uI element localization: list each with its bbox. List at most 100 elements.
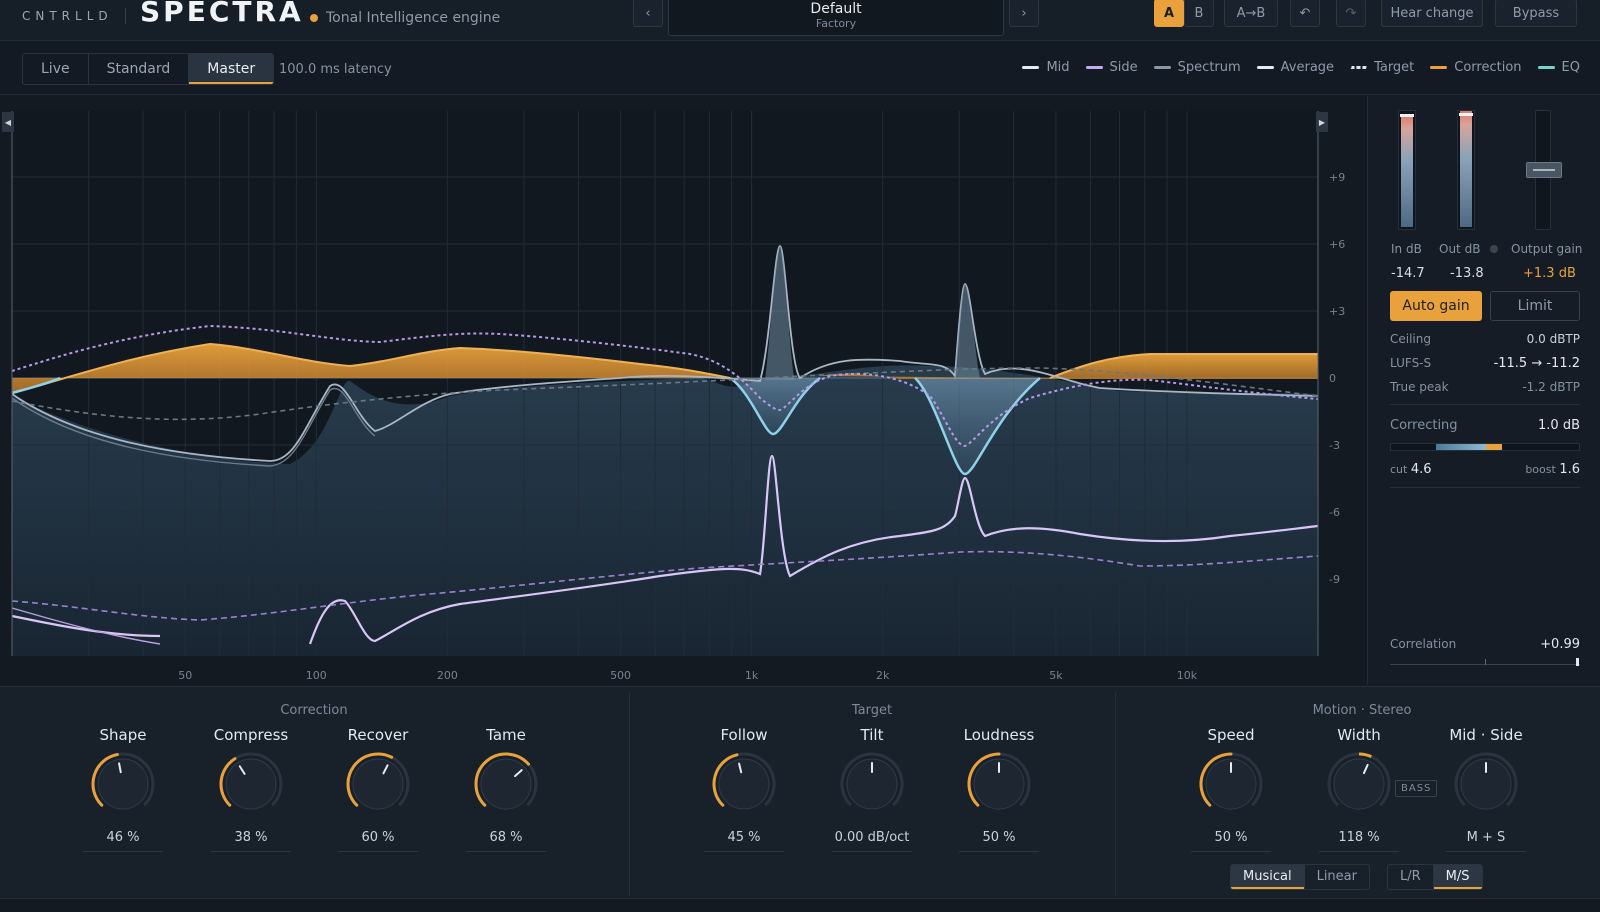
legend-label: EQ: [1561, 60, 1580, 75]
redo-button[interactable]: ↷: [1336, 0, 1366, 27]
output-link-dot-icon[interactable]: [1490, 245, 1498, 253]
input-peak-indicator: [1400, 114, 1414, 117]
legend-swatch-icon: [1022, 66, 1040, 69]
recover-knob-dial[interactable]: [342, 748, 414, 820]
hear-change-button[interactable]: Hear change: [1381, 0, 1483, 27]
range-handle-left-icon[interactable]: ◀: [2, 112, 14, 132]
correcting-label: Correcting: [1390, 418, 1458, 433]
correlation-center-mark: [1485, 659, 1486, 665]
knob-label: Shape: [99, 726, 147, 744]
preset-selector[interactable]: Default Factory: [668, 0, 1004, 36]
boost-label: boost: [1525, 463, 1556, 476]
legend-swatch-icon: [1430, 66, 1448, 69]
legend-side[interactable]: Side: [1085, 60, 1138, 75]
processing-mode-tabs: Live Standard Master: [22, 53, 275, 85]
knob-label: Recover: [347, 726, 409, 744]
ms-mode-button[interactable]: M/S: [1433, 865, 1482, 889]
tab-live[interactable]: Live: [23, 54, 89, 84]
knob-label: Follow: [720, 726, 768, 744]
fader-handle[interactable]: [1526, 162, 1562, 178]
loudness-knob-dial[interactable]: [963, 748, 1035, 820]
ab-b-button[interactable]: B: [1184, 0, 1214, 27]
knob-value[interactable]: 0.00 dB/oct: [832, 830, 912, 852]
knob-recover[interactable]: Recover 60 %: [323, 726, 433, 852]
follow-knob-dial[interactable]: [708, 748, 780, 820]
knob-value[interactable]: 46 %: [83, 830, 163, 852]
bypass-button[interactable]: Bypass: [1495, 0, 1577, 27]
brand-label: CNTRLLD: [22, 9, 113, 23]
auto-gain-button[interactable]: Auto gain: [1390, 291, 1482, 321]
output-gain-fader[interactable]: [1526, 110, 1562, 230]
db-tick-label: 0: [1329, 372, 1336, 385]
header-bar: CNTRLLD SPECTRA Tonal Intelligence engin…: [0, 0, 1600, 41]
lr-mode-button[interactable]: L/R: [1388, 865, 1434, 889]
preset-name: Default: [810, 1, 862, 17]
knob-value[interactable]: 45 %: [704, 830, 784, 852]
legend-spectrum[interactable]: Spectrum: [1153, 60, 1241, 75]
ceiling-value: 0.0 dBTP: [1526, 332, 1580, 346]
tilt-knob-dial[interactable]: [836, 748, 908, 820]
db-axis-labels: +9 +6 +3 0 -3 -6 -9: [1329, 171, 1345, 586]
knob-value[interactable]: 38 %: [211, 830, 291, 852]
ceiling-row[interactable]: Ceiling 0.0 dBTP: [1390, 332, 1580, 346]
knob-value[interactable]: 118 %: [1319, 830, 1399, 852]
legend-average[interactable]: Average: [1256, 60, 1334, 75]
preset-next-button[interactable]: ›: [1009, 0, 1039, 27]
legend-swatch-icon: [1256, 66, 1274, 69]
knob-shape[interactable]: Shape 46 %: [68, 726, 178, 852]
true-peak-row: True peak -1.2 dBTP: [1390, 380, 1580, 394]
ab-copy-button[interactable]: A→B: [1224, 0, 1278, 27]
shape-knob-dial[interactable]: [87, 748, 159, 820]
undo-button[interactable]: ↶: [1290, 0, 1320, 27]
legend-correction[interactable]: Correction: [1430, 60, 1522, 75]
product-title: SPECTRA: [140, 0, 304, 28]
limit-button[interactable]: Limit: [1490, 291, 1580, 321]
correlation-value: +0.99: [1540, 637, 1580, 652]
knob-tame[interactable]: Tame 68 %: [451, 726, 561, 852]
legend-mid[interactable]: Mid: [1022, 60, 1070, 75]
knob-tilt[interactable]: Tilt 0.00 dB/oct: [817, 726, 927, 852]
speed-knob-dial[interactable]: [1195, 748, 1267, 820]
legend-eq[interactable]: EQ: [1537, 60, 1580, 75]
knob-value[interactable]: 68 %: [466, 830, 546, 852]
lufs-row: LUFS-S -11.5 → -11.2: [1390, 356, 1580, 371]
true-peak-value: -1.2 dBTP: [1522, 380, 1580, 394]
legend-target[interactable]: Target: [1350, 60, 1414, 75]
output-meter-fill: [1460, 111, 1472, 227]
knob-loudness[interactable]: Loudness 50 %: [944, 726, 1054, 852]
bass-width-toggle[interactable]: BASS: [1395, 780, 1438, 797]
compress-knob-dial[interactable]: [215, 748, 287, 820]
knob-value[interactable]: M + S: [1446, 830, 1526, 852]
legend-label: Side: [1109, 60, 1138, 75]
knob-value-arc: [1358, 752, 1372, 759]
width-knob-dial[interactable]: [1323, 748, 1395, 820]
knob-value[interactable]: 50 %: [1191, 830, 1271, 852]
linear-mode-button[interactable]: Linear: [1305, 865, 1369, 889]
undo-icon: ↶: [1299, 5, 1311, 21]
knob-body: [97, 758, 149, 810]
knob-compress[interactable]: Compress 38 %: [196, 726, 306, 852]
knob-value[interactable]: 50 %: [959, 830, 1039, 852]
tame-knob-dial[interactable]: [470, 748, 542, 820]
knob-follow[interactable]: Follow 45 %: [689, 726, 799, 852]
db-tick-label: +3: [1329, 305, 1345, 318]
tab-standard[interactable]: Standard: [89, 54, 190, 84]
tab-master[interactable]: Master: [189, 54, 274, 84]
preset-prev-button[interactable]: ‹: [633, 0, 663, 27]
knob-label: Width: [1337, 726, 1381, 744]
knob-value[interactable]: 60 %: [338, 830, 418, 852]
out-db-label: Out dB: [1439, 242, 1481, 256]
musical-mode-button[interactable]: Musical: [1231, 865, 1305, 889]
lufs-value: -11.5 → -11.2: [1493, 356, 1580, 371]
knob-mid-side[interactable]: Mid · Side M + S: [1431, 726, 1541, 852]
legend-label: Mid: [1046, 60, 1070, 75]
stereo-mode-toggle: L/R M/S: [1387, 864, 1483, 890]
frequency-tick-label: 5k: [1049, 669, 1063, 682]
mid-side-knob-dial[interactable]: [1450, 748, 1522, 820]
engine-label: Tonal Intelligence engine: [326, 10, 501, 26]
knob-speed[interactable]: Speed 50 %: [1176, 726, 1286, 852]
correction-amount-bar: [1390, 443, 1580, 451]
range-handle-right-icon[interactable]: ▶: [1316, 112, 1328, 132]
ab-a-button[interactable]: A: [1154, 0, 1184, 27]
spectrum-display[interactable]: +9 +6 +3 0 -3 -6 -9 50 100 200 500 1k 2k 5k 10k ◀ ▶: [0, 96, 1367, 685]
